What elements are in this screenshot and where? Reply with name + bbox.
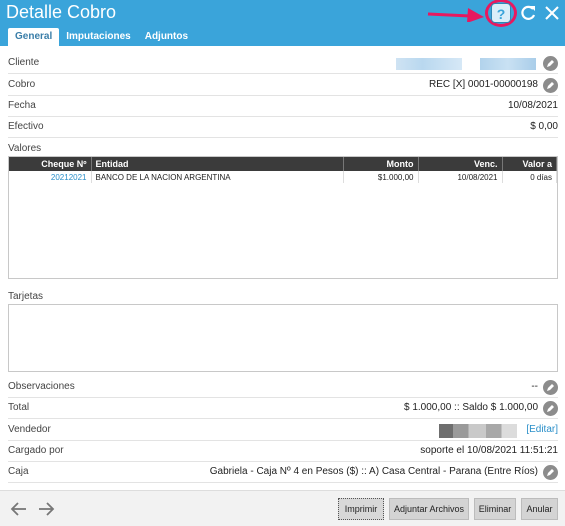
col-cheque[interactable]: Cheque Nº bbox=[9, 157, 92, 171]
edit-observaciones-icon[interactable] bbox=[543, 380, 558, 395]
tab-bar: General Imputaciones Adjuntos bbox=[8, 28, 195, 46]
refresh-icon[interactable] bbox=[519, 4, 537, 22]
adjuntar-archivos-button[interactable]: Adjuntar Archivos bbox=[389, 498, 469, 520]
cheque-number[interactable]: 20212021 bbox=[9, 171, 92, 183]
vendedor-row: Vendedor [Editar] bbox=[8, 420, 558, 441]
tab-adjuntos[interactable]: Adjuntos bbox=[138, 28, 195, 46]
total-value: $ 1.000,00 :: Saldo $ 1.000,00 bbox=[404, 402, 538, 413]
cobro-row: Cobro REC [X] 0001-00000198 bbox=[8, 75, 558, 96]
entidad-cell: BANCO DE LA NACION ARGENTINA bbox=[91, 171, 344, 183]
col-venc[interactable]: Venc. bbox=[418, 157, 503, 171]
observaciones-value: -- bbox=[531, 381, 538, 392]
vendedor-redacted-value bbox=[439, 424, 517, 438]
total-label: Total bbox=[8, 402, 30, 413]
col-valor-a[interactable]: Valor a bbox=[502, 157, 557, 171]
title-bar: Detalle Cobro ? General Imputaciones Adj… bbox=[0, 0, 565, 46]
cliente-row: Cliente bbox=[8, 53, 558, 74]
valores-table-box: Cheque Nº Entidad Monto Venc. Valor a 20… bbox=[8, 156, 558, 279]
footer-bar: Imprimir Adjuntar Archivos Eliminar Anul… bbox=[0, 490, 565, 526]
caja-label: Caja bbox=[8, 466, 29, 477]
col-monto[interactable]: Monto bbox=[343, 157, 419, 171]
efectivo-value: $ 0,00 bbox=[530, 121, 558, 132]
eliminar-button[interactable]: Eliminar bbox=[474, 498, 516, 520]
efectivo-label: Efectivo bbox=[8, 121, 44, 132]
vendedor-label: Vendedor bbox=[8, 424, 51, 435]
tarjetas-box bbox=[8, 304, 558, 372]
editar-vendedor-link[interactable]: [Editar] bbox=[526, 424, 558, 435]
anular-button[interactable]: Anular bbox=[521, 498, 558, 520]
fecha-label: Fecha bbox=[8, 100, 36, 111]
close-icon[interactable] bbox=[543, 4, 561, 22]
tarjetas-label: Tarjetas bbox=[8, 291, 44, 302]
observaciones-label: Observaciones bbox=[8, 381, 75, 392]
imprimir-button[interactable]: Imprimir bbox=[338, 498, 384, 520]
fecha-value: 10/08/2021 bbox=[507, 100, 558, 111]
table-row[interactable]: 20212021 BANCO DE LA NACION ARGENTINA $1… bbox=[9, 171, 557, 183]
fecha-row: Fecha 10/08/2021 bbox=[8, 96, 558, 117]
edit-total-icon[interactable] bbox=[543, 401, 558, 416]
monto-cell: $1.000,00 bbox=[343, 171, 419, 183]
tab-general[interactable]: General bbox=[8, 28, 60, 46]
cargado-label: Cargado por bbox=[8, 445, 64, 456]
valores-label: Valores bbox=[8, 143, 42, 154]
edit-cobro-icon[interactable] bbox=[543, 78, 558, 93]
efectivo-row: Efectivo $ 0,00 bbox=[8, 117, 558, 138]
cargado-value: soporte el 10/08/2021 11:51:21 bbox=[420, 445, 558, 456]
cliente-label: Cliente bbox=[8, 57, 40, 68]
window-title: Detalle Cobro bbox=[6, 2, 117, 22]
arrow-right-icon bbox=[427, 8, 484, 22]
help-icon[interactable]: ? bbox=[491, 3, 511, 23]
caja-value: Gabriela - Caja Nº 4 en Pesos ($) :: A) … bbox=[209, 466, 538, 477]
cobro-value: REC [X] 0001-00000198 bbox=[429, 79, 538, 90]
col-entidad[interactable]: Entidad bbox=[91, 157, 344, 171]
observaciones-row: Observaciones -- bbox=[8, 377, 558, 398]
cargado-row: Cargado por soporte el 10/08/2021 11:51:… bbox=[8, 441, 558, 462]
edit-cliente-icon[interactable] bbox=[543, 56, 558, 71]
arrow-left-icon[interactable] bbox=[10, 500, 28, 518]
valores-table: Cheque Nº Entidad Monto Venc. Valor a 20… bbox=[9, 157, 557, 183]
arrow-right-icon[interactable] bbox=[37, 500, 55, 518]
caja-row: Caja Gabriela - Caja Nº 4 en Pesos ($) :… bbox=[8, 462, 558, 483]
cliente-redacted-value bbox=[396, 58, 462, 70]
venc-cell: 10/08/2021 bbox=[418, 171, 503, 183]
valor-a-cell: 0 días bbox=[502, 171, 557, 183]
total-row: Total $ 1.000,00 :: Saldo $ 1.000,00 bbox=[8, 398, 558, 419]
cobro-label: Cobro bbox=[8, 79, 36, 90]
cliente-redacted-value-2 bbox=[480, 58, 536, 70]
edit-caja-icon[interactable] bbox=[543, 465, 558, 480]
tab-imputaciones[interactable]: Imputaciones bbox=[59, 28, 137, 46]
